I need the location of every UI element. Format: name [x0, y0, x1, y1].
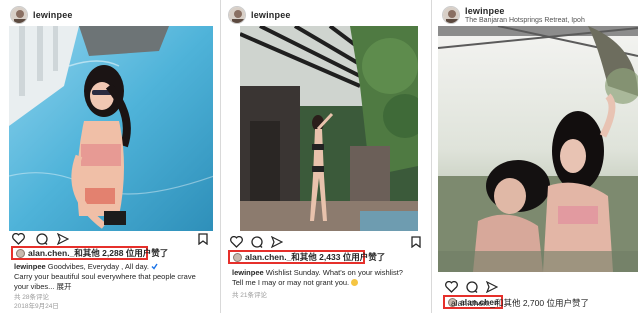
post-header: lewinpee: [228, 2, 428, 28]
user-avatar[interactable]: [10, 6, 28, 24]
heart-icon[interactable]: [12, 233, 25, 245]
caption-text: Wishlist Sunday. What's on your wishlist…: [265, 268, 403, 277]
caption: lewinpee Wishlist Sunday. What's on your…: [232, 268, 426, 288]
post-2: lewinpee alan.chen._和其他 2,433 位用户赞了 lewi…: [222, 0, 428, 313]
caption-line-3[interactable]: your vibes... 展开: [14, 282, 210, 292]
caption-username[interactable]: lewinpee: [232, 268, 264, 277]
caption-line-2: Tell me I may or may not grant you.: [232, 278, 350, 287]
likes-text-full: alan.chen._和其他 2,700 位用户赞了: [451, 298, 589, 308]
post-date: 2018年9月24日: [14, 303, 59, 310]
likes-text: alan.chen._和其他 2,288 位用户赞了: [28, 248, 169, 258]
post-3: lewinpee The Banjaran Hotsprings Retreat…: [433, 0, 641, 313]
post-header: lewinpee: [10, 2, 213, 28]
comment-icon[interactable]: [36, 233, 48, 245]
username[interactable]: lewinpee: [465, 6, 585, 16]
post-photo[interactable]: [438, 26, 638, 272]
action-bar: [445, 281, 505, 295]
caption-username[interactable]: lewinpee: [14, 262, 46, 271]
user-avatar[interactable]: [442, 6, 460, 24]
action-bar: [12, 233, 208, 247]
likes-highlight[interactable]: alan.chen._和其他 2,433 位用户赞了: [228, 250, 385, 264]
user-avatar[interactable]: [228, 6, 246, 24]
location[interactable]: The Banjaran Hotsprings Retreat, Ipoh: [465, 17, 585, 24]
action-bar: [230, 236, 422, 250]
share-icon[interactable]: [486, 281, 498, 293]
caption: lewinpee Goodvibes, Everyday , All day. …: [14, 262, 210, 292]
liker-avatar: [233, 252, 242, 262]
post-1: lewinpee alan.chen._和其他 2,288 位用户赞了 lewi…: [0, 0, 213, 313]
liker-avatar: [16, 248, 25, 258]
comment-icon[interactable]: [466, 281, 478, 293]
comments-count[interactable]: 共 21条评论: [232, 292, 267, 300]
likes-highlight[interactable]: alan.chen._和其他 2,288 位用户赞了: [11, 246, 168, 260]
divider: [220, 0, 221, 313]
caption-text: Goodvibes, Everyday , All day.: [47, 262, 149, 271]
likes-text: alan.chen._和其他 2,700 位用户赞了: [451, 298, 589, 308]
comment-icon[interactable]: [251, 236, 263, 248]
heart-icon[interactable]: [230, 236, 243, 248]
post-photo[interactable]: [9, 26, 213, 231]
share-icon[interactable]: [271, 236, 283, 248]
caption-line-2: Carry your beautiful soul everywhere tha…: [14, 272, 196, 281]
post-header: lewinpee The Banjaran Hotsprings Retreat…: [442, 2, 641, 28]
header-text: lewinpee The Banjaran Hotsprings Retreat…: [465, 6, 585, 24]
post-photo[interactable]: [240, 26, 418, 231]
username[interactable]: lewinpee: [33, 10, 73, 20]
likes-text: alan.chen._和其他 2,433 位用户赞了: [245, 252, 386, 262]
share-icon[interactable]: [57, 233, 69, 245]
bookmark-icon[interactable]: [411, 236, 421, 248]
comments-count[interactable]: 共 28条评论: [14, 294, 49, 302]
username[interactable]: lewinpee: [251, 10, 291, 20]
check-emoji-icon: [151, 263, 158, 270]
heart-icon[interactable]: [445, 281, 458, 293]
bookmark-icon[interactable]: [198, 233, 208, 245]
divider: [431, 0, 432, 313]
emoji-icon: [351, 279, 359, 286]
